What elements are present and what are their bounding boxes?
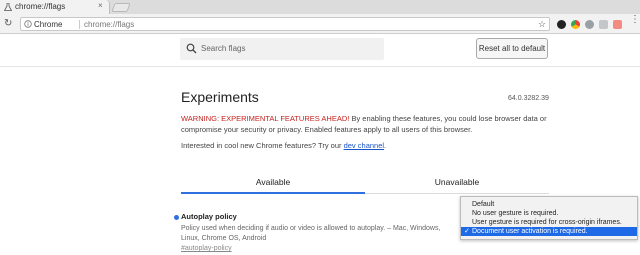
flask-icon <box>4 3 12 11</box>
interest-text: Interested in cool new Chrome features? … <box>181 141 386 150</box>
option-label: Default <box>472 201 495 208</box>
extension-icon-5[interactable] <box>613 20 622 29</box>
omnibox[interactable]: Chrome chrome://flags ☆ <box>20 17 550 31</box>
reload-icon[interactable]: ↻ <box>4 18 12 29</box>
site-chip: Chrome <box>34 20 63 29</box>
header-divider <box>0 66 640 67</box>
warning-heading: WARNING: EXPERIMENTAL FEATURES AHEAD! <box>181 114 350 123</box>
tab-available[interactable]: Available <box>181 170 365 194</box>
extension-icon-1[interactable] <box>557 20 566 29</box>
search-icon <box>186 43 197 54</box>
page-title: Experiments <box>181 89 259 105</box>
modified-indicator <box>174 215 179 220</box>
browser-toolbar: ↻ Chrome chrome://flags ☆ ⋮ <box>0 14 640 34</box>
bookmark-star-icon[interactable]: ☆ <box>538 19 546 30</box>
new-tab-button[interactable] <box>111 3 131 12</box>
info-icon[interactable] <box>24 20 32 28</box>
search-flags-input[interactable]: Search flags <box>180 38 384 60</box>
search-placeholder: Search flags <box>201 44 246 53</box>
dev-channel-link[interactable]: dev channel <box>344 141 384 150</box>
option-default[interactable]: Default <box>461 200 637 209</box>
option-label: No user gesture is required. <box>472 210 559 217</box>
omnibox-divider <box>79 20 80 29</box>
tab-unavailable[interactable]: Unavailable <box>365 170 549 194</box>
browser-tab[interactable]: chrome://flags × <box>0 0 110 14</box>
interest-end: . <box>384 141 387 150</box>
tab-strip: chrome://flags × <box>0 0 640 14</box>
option-cross-origin[interactable]: User gesture is required for cross-origi… <box>461 218 637 227</box>
active-tab-indicator <box>181 192 365 194</box>
url-text[interactable]: chrome://flags <box>84 20 134 29</box>
version-label: 64.0.3282.39 <box>508 95 549 102</box>
flag-description: Policy used when deciding if audio or vi… <box>181 225 441 242</box>
option-document-activation[interactable]: ✓ Document user activation is required. <box>461 227 637 236</box>
warning-text: WARNING: EXPERIMENTAL FEATURES AHEAD! By… <box>181 113 561 135</box>
menu-icon[interactable]: ⋮ <box>630 15 640 25</box>
interest-label: Interested in cool new Chrome features? … <box>181 141 344 150</box>
autoplay-policy-dropdown[interactable]: Default No user gesture is required. Use… <box>460 196 638 240</box>
flag-title: Autoplay policy <box>181 212 237 221</box>
extension-icon-3[interactable] <box>585 20 594 29</box>
check-icon: ✓ <box>464 228 470 235</box>
option-label: Document user activation is required. <box>472 228 588 235</box>
chrome-extension-icon[interactable] <box>571 20 580 29</box>
extension-icon-4[interactable] <box>599 20 608 29</box>
flag-anchor-link[interactable]: #autoplay-policy <box>181 245 232 252</box>
close-tab-icon[interactable]: × <box>98 1 103 10</box>
option-no-gesture[interactable]: No user gesture is required. <box>461 209 637 218</box>
option-label: User gesture is required for cross-origi… <box>472 219 622 226</box>
reset-all-button[interactable]: Reset all to default <box>476 38 548 59</box>
tab-title: chrome://flags <box>15 2 66 11</box>
